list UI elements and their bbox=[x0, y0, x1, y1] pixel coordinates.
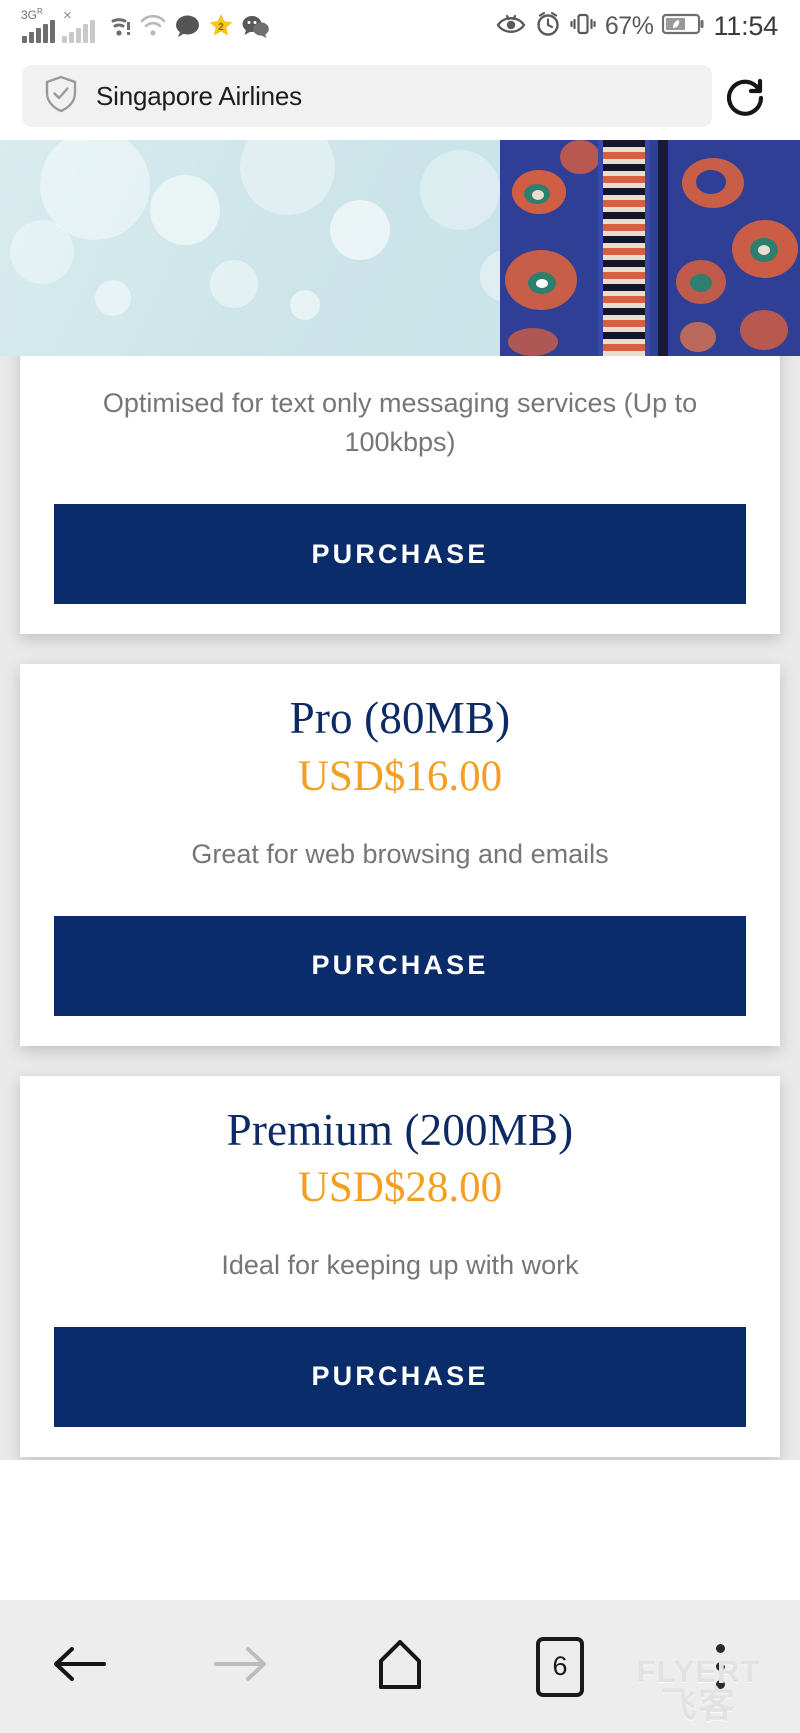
eye-comfort-icon bbox=[496, 13, 526, 40]
signal-3g-icon: 3GR bbox=[21, 8, 55, 43]
phone-screen: 3GR × 2 67% 11:54 Singapore Airlines Opt… bbox=[0, 0, 800, 1733]
plan-description: Optimised for text only messaging servic… bbox=[102, 388, 698, 458]
purchase-button-pro[interactable]: PURCHASE bbox=[54, 915, 746, 1016]
message-bubble-icon bbox=[174, 14, 201, 43]
purchase-button-chat[interactable]: PURCHASE bbox=[54, 504, 746, 605]
home-icon bbox=[371, 1637, 429, 1696]
tab-count-badge: 6 bbox=[536, 1636, 584, 1697]
plan-card-pro: Pro (80MB) USD$16.00 Great for web brows… bbox=[20, 664, 780, 1046]
signal-no-service-icon: × bbox=[62, 8, 95, 43]
batik-fabric-pattern bbox=[500, 140, 800, 356]
vibrate-icon bbox=[570, 11, 596, 42]
wechat-icon bbox=[241, 14, 270, 43]
menu-button[interactable] bbox=[640, 1600, 800, 1733]
star-badge-icon: 2 bbox=[208, 13, 234, 43]
battery-percent-label: 67% bbox=[604, 11, 654, 40]
url-text[interactable]: Singapore Airlines bbox=[96, 81, 302, 112]
plan-title: Premium (200MB) bbox=[226, 1104, 574, 1155]
plan-card-chat: Chat (20MB) USD$6.00 Optimised for text … bbox=[20, 356, 780, 635]
plan-title: Pro (80MB) bbox=[289, 693, 511, 744]
wifi-weak-icon bbox=[139, 14, 167, 43]
forward-button[interactable] bbox=[160, 1600, 320, 1733]
battery-saver-icon bbox=[662, 12, 704, 41]
plan-price: USD$16.00 bbox=[297, 752, 503, 800]
status-bar-left-icons: 3GR × 2 bbox=[21, 8, 270, 43]
home-button[interactable] bbox=[320, 1600, 480, 1733]
plan-card-premium: Premium (200MB) USD$28.00 Ideal for keep… bbox=[20, 1075, 780, 1457]
more-vertical-icon bbox=[715, 1644, 725, 1689]
shield-check-icon bbox=[44, 75, 78, 118]
browser-toolbar: Singapore Airlines bbox=[0, 52, 800, 140]
alarm-clock-icon bbox=[535, 11, 561, 42]
back-button[interactable] bbox=[0, 1600, 160, 1733]
status-bar-right-icons: 67% 11:54 bbox=[496, 11, 778, 42]
wifi-warning-icon bbox=[102, 14, 132, 43]
stop-loading-spinner-icon[interactable] bbox=[712, 70, 778, 122]
arrow-left-icon bbox=[49, 1641, 111, 1692]
purchase-button-premium[interactable]: PURCHASE bbox=[54, 1326, 746, 1427]
tab-switcher-button[interactable]: 6 bbox=[480, 1600, 640, 1733]
clock-label: 11:54 bbox=[713, 10, 778, 41]
plans-scroll-area[interactable]: Chat (20MB) USD$6.00 Optimised for text … bbox=[0, 356, 800, 1460]
plan-price: USD$28.00 bbox=[297, 1163, 503, 1211]
svg-text:2: 2 bbox=[218, 22, 224, 33]
arrow-right-icon bbox=[209, 1641, 271, 1692]
browser-bottom-nav: 6 FLYERT 飞客 bbox=[0, 1600, 800, 1733]
plan-description: Great for web browsing and emails bbox=[191, 838, 609, 869]
hero-banner-image bbox=[0, 140, 800, 356]
status-bar: 3GR × 2 67% 11:54 bbox=[0, 0, 800, 52]
plan-description: Ideal for keeping up with work bbox=[221, 1249, 579, 1280]
address-bar[interactable]: Singapore Airlines bbox=[22, 65, 712, 127]
